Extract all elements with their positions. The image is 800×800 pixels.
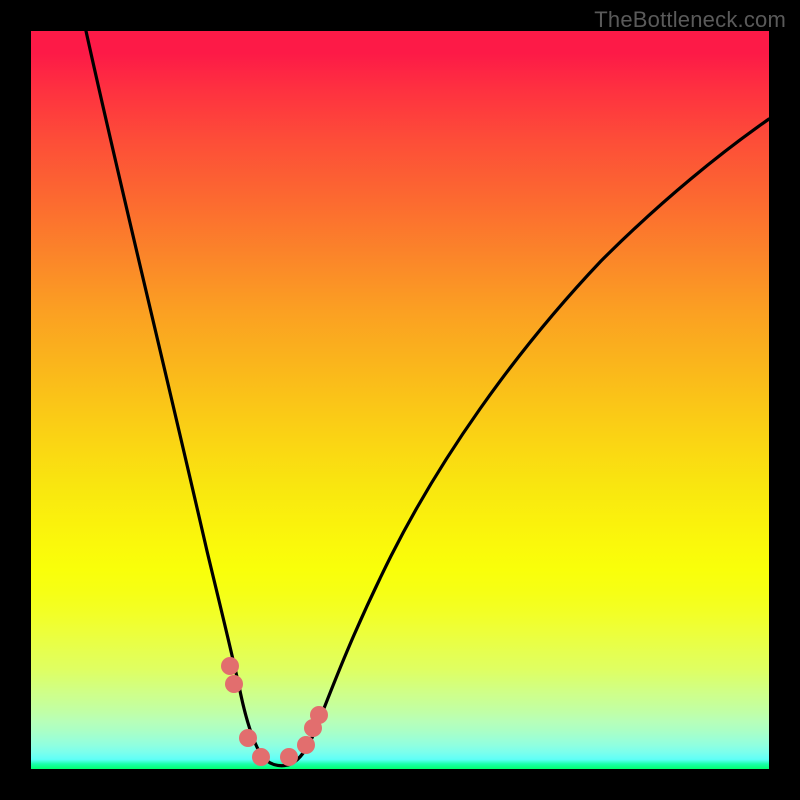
marker-dot <box>252 748 270 766</box>
bottleneck-curve <box>86 31 769 766</box>
marker-dot <box>310 706 328 724</box>
marker-dot <box>225 675 243 693</box>
plot-area <box>31 31 769 769</box>
marker-dot <box>280 748 298 766</box>
marker-dot <box>221 657 239 675</box>
watermark-text: TheBottleneck.com <box>594 7 786 33</box>
marker-dot <box>239 729 257 747</box>
chart-frame: TheBottleneck.com <box>0 0 800 800</box>
chart-svg <box>31 31 769 769</box>
marker-dot <box>297 736 315 754</box>
